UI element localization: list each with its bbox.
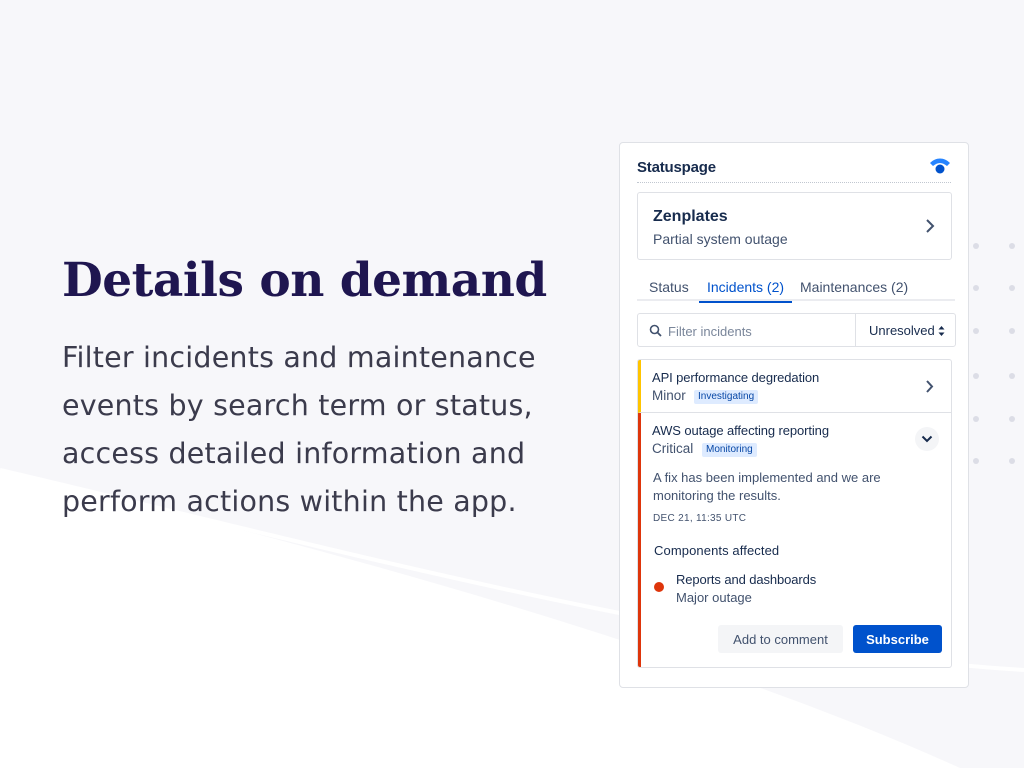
page-name: Zenplates (653, 208, 728, 225)
hero-description: Filter incidents and maintenance events … (62, 341, 536, 518)
component-status: Major outage (676, 590, 752, 605)
status-badge: Monitoring (702, 443, 757, 457)
select-arrows-icon (938, 326, 945, 336)
statuspage-logo-icon (930, 158, 950, 174)
hero-title: Details on demand (62, 253, 547, 308)
collapse-button[interactable] (915, 427, 939, 451)
page-status: Partial system outage (653, 231, 788, 247)
decorative-dots (970, 240, 1024, 470)
tab-maintenances[interactable]: Maintenances (2) (800, 279, 908, 301)
filter-row: Unresolved (637, 313, 957, 347)
status-select-value: Unresolved (869, 323, 935, 338)
incident-item-expanded: AWS outage affecting reporting Critical … (638, 413, 951, 667)
subscribe-button[interactable]: Subscribe (853, 625, 942, 653)
search-box (637, 313, 856, 347)
incident-name: AWS outage affecting reporting (652, 423, 829, 438)
app-title: Statuspage (637, 159, 716, 176)
tab-incidents[interactable]: Incidents (2) (699, 279, 793, 303)
chevron-right-icon (926, 380, 934, 393)
chevron-down-icon (921, 435, 933, 443)
add-to-comment-button[interactable]: Add to comment (718, 625, 843, 653)
tab-bar: Status Incidents (2) Maintenances (2) (637, 273, 955, 303)
status-select[interactable]: Unresolved (855, 313, 956, 347)
components-heading: Components affected (654, 543, 780, 558)
incident-item[interactable]: API performance degredation Minor Invest… (638, 360, 951, 413)
incident-impact: Minor (652, 388, 686, 403)
search-input[interactable] (668, 321, 848, 341)
incident-update-timestamp: DEC 21, 11:35 UTC (653, 513, 747, 524)
search-icon (649, 324, 662, 337)
incident-impact: Critical (652, 441, 694, 456)
statuspage-panel: Statuspage Zenplates Partial system outa… (619, 142, 969, 688)
incident-name: API performance degredation (652, 370, 820, 385)
chevron-right-icon (926, 219, 935, 233)
incident-list: API performance degredation Minor Invest… (637, 359, 952, 668)
page-card[interactable]: Zenplates Partial system outage (637, 192, 952, 260)
component-name: Reports and dashboards (676, 572, 817, 587)
hero-section: Details on demand Filter incidents and m… (62, 250, 582, 526)
status-badge: Investigating (694, 390, 759, 404)
major-outage-dot (654, 582, 664, 592)
incident-update-message: A fix has been implemented and we are mo… (653, 470, 881, 503)
panel-header: Statuspage (637, 157, 951, 183)
tab-status[interactable]: Status (649, 279, 689, 301)
